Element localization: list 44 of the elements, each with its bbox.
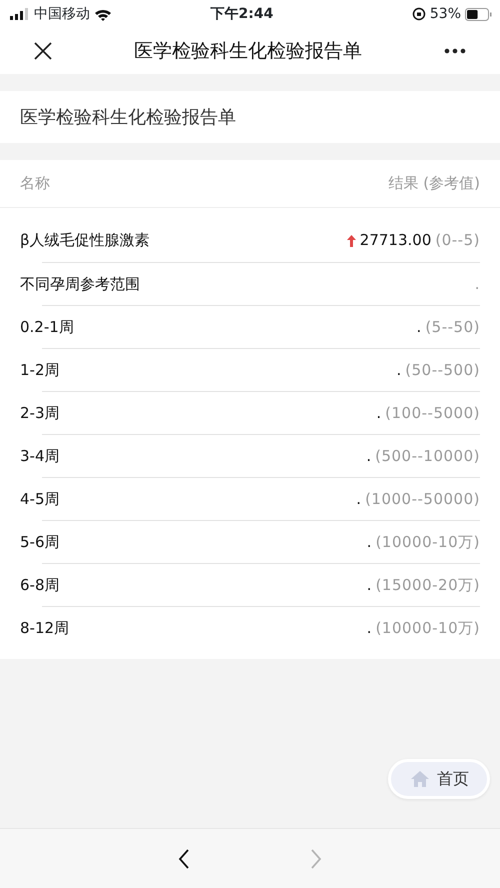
reference-range: (10000-10万) xyxy=(376,532,480,553)
result-value: . xyxy=(366,618,372,639)
reference-range: (500--10000) xyxy=(375,446,480,467)
reference-range: (100--5000) xyxy=(385,402,480,424)
reference-range: (5--50) xyxy=(425,316,480,338)
column-header: 名称 xyxy=(20,173,50,194)
result-value: . xyxy=(376,402,382,424)
reference-range: (0--5) xyxy=(435,230,480,252)
row-name: 3-4周 xyxy=(20,446,60,467)
report-title: 医学检验科生化检验报告单 xyxy=(20,106,236,130)
row-name: 1-2周 xyxy=(20,360,60,381)
row-name: 0.2-1周 xyxy=(20,316,74,338)
more-icon xyxy=(444,48,466,54)
row-name: 6-8周 xyxy=(20,574,60,596)
row-name: 不同孕周参考范围 xyxy=(20,274,140,295)
result-value: . xyxy=(416,316,422,338)
result-value: . xyxy=(366,574,372,596)
result-value: 27713.00 xyxy=(360,230,432,252)
house-icon xyxy=(411,771,429,787)
row-name: β人绒毛促性腺激素 xyxy=(20,230,150,252)
status-time: 下午2:44 xyxy=(210,4,274,24)
home-button[interactable]: 首页 xyxy=(388,759,490,799)
reference-range: (15000-20万) xyxy=(376,574,480,596)
row-name: 4-5周 xyxy=(20,488,60,510)
result-value: . xyxy=(396,360,402,381)
result-value: . xyxy=(366,446,372,467)
reference-range: (10000-10万) xyxy=(376,618,480,639)
row-name: 5-6周 xyxy=(20,532,60,553)
row-name: 8-12周 xyxy=(20,618,70,639)
page-title: 医学检验科生化检验报告单 xyxy=(134,38,362,64)
reference-range: . xyxy=(474,274,480,295)
rotation-lock-icon xyxy=(412,7,426,21)
reference-range: (50--500) xyxy=(405,360,480,381)
wifi-icon xyxy=(94,8,112,20)
reference-range: (1000--50000) xyxy=(365,488,480,510)
battery-percent: 53% xyxy=(430,4,461,24)
result-value: . xyxy=(366,532,372,553)
carrier-name: 中国移动 xyxy=(34,4,90,24)
row-name: 2-3周 xyxy=(20,402,60,424)
column-header: 结果 (参考值) xyxy=(388,173,480,194)
result-value: . xyxy=(356,488,362,510)
signal-icon xyxy=(10,8,30,20)
battery-icon xyxy=(465,8,492,20)
close-icon xyxy=(34,42,52,60)
